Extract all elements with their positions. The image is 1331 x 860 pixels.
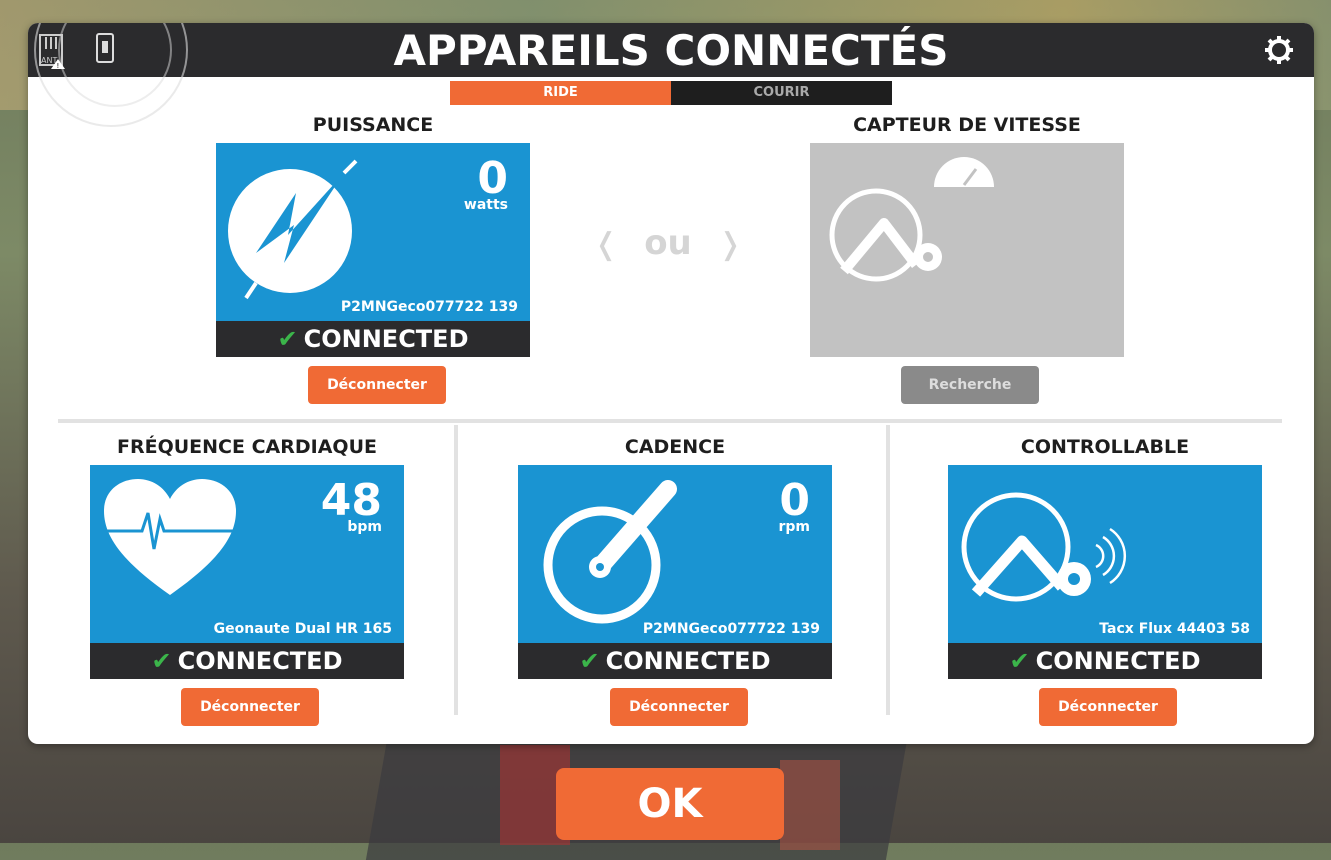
cadence-section-title: CADENCE (624, 436, 726, 458)
gear-icon[interactable] (1264, 35, 1294, 65)
trainer-status-text: CONNECTED (1035, 647, 1201, 675)
speed-sensor-card[interactable] (810, 143, 1124, 357)
cadence-unit: rpm (778, 519, 810, 535)
check-icon: ✔ (1009, 647, 1030, 675)
power-value: 0 (477, 153, 508, 204)
check-icon: ✔ (151, 647, 172, 675)
power-status: ✔ CONNECTED (216, 321, 530, 357)
power-section-title: PUISSANCE (312, 114, 434, 136)
heart-disconnect-button[interactable]: Déconnecter (181, 688, 319, 726)
heart-unit: bpm (347, 519, 382, 535)
vertical-divider-2 (886, 425, 890, 715)
power-card[interactable]: 0 watts P2MNGeco077722 139 ✔ CONNECTED (216, 143, 530, 357)
smart-trainer-icon (961, 492, 1127, 602)
heart-rate-card[interactable]: 48 bpm Geonaute Dual HR 165 ✔ CONNECTED (90, 465, 404, 679)
background-banner-right (780, 760, 840, 850)
trainer-device-name: Tacx Flux 44403 58 (1099, 621, 1250, 637)
power-status-text: CONNECTED (303, 325, 469, 353)
or-separator: ❬ ou ❭ (593, 223, 743, 263)
check-icon: ✔ (579, 647, 600, 675)
power-device-name: P2MNGeco077722 139 (340, 299, 518, 315)
chevron-right-icon: ❭ (717, 227, 743, 262)
trainer-status: ✔ CONNECTED (948, 643, 1262, 679)
cadence-device-name: P2MNGeco077722 139 (642, 621, 820, 637)
cadence-value: 0 (779, 475, 810, 526)
speed-section-title: CAPTEUR DE VITESSE (853, 114, 1081, 136)
title-bar: ANT ! APPAREILS CONNECTÉS (28, 23, 1314, 127)
power-unit: watts (463, 197, 508, 213)
tab-ride[interactable]: RIDE (450, 81, 671, 105)
cadence-status-text: CONNECTED (605, 647, 771, 675)
smart-trainer-card[interactable]: Tacx Flux 44403 58 ✔ CONNECTED (948, 465, 1262, 679)
heart-status-text: CONNECTED (177, 647, 343, 675)
trainer-section-title: CONTROLLABLE (1020, 436, 1190, 458)
vertical-divider-1 (454, 425, 458, 715)
page-title: APPAREILS CONNECTÉS (393, 26, 949, 75)
cadence-status: ✔ CONNECTED (518, 643, 832, 679)
connected-devices-panel: ANT ! APPAREILS CONNECTÉS RIDE COURIR PU… (28, 23, 1314, 744)
tab-courir[interactable]: COURIR (671, 81, 892, 105)
heart-device-name: Geonaute Dual HR 165 (213, 621, 392, 637)
heart-section-title: FRÉQUENCE CARDIAQUE (117, 436, 377, 458)
crank-icon (543, 480, 677, 624)
heart-rate-icon (104, 479, 236, 595)
or-label: ou (644, 223, 692, 263)
sport-tabs: RIDE COURIR (450, 81, 892, 105)
heart-status: ✔ CONNECTED (90, 643, 404, 679)
chevron-left-icon: ❬ (593, 227, 619, 262)
speed-search-button[interactable]: Recherche (901, 366, 1039, 404)
speed-sensor-icon (829, 157, 994, 282)
ok-button[interactable]: OK (556, 768, 784, 840)
horizontal-divider (58, 419, 1282, 423)
heart-value: 48 (320, 475, 382, 526)
cadence-disconnect-button[interactable]: Déconnecter (610, 688, 748, 726)
power-disconnect-button[interactable]: Déconnecter (308, 366, 446, 404)
check-icon: ✔ (277, 325, 298, 353)
power-bolt-icon (228, 159, 358, 300)
trainer-disconnect-button[interactable]: Déconnecter (1039, 688, 1177, 726)
cadence-card[interactable]: 0 rpm P2MNGeco077722 139 ✔ CONNECTED (518, 465, 832, 679)
